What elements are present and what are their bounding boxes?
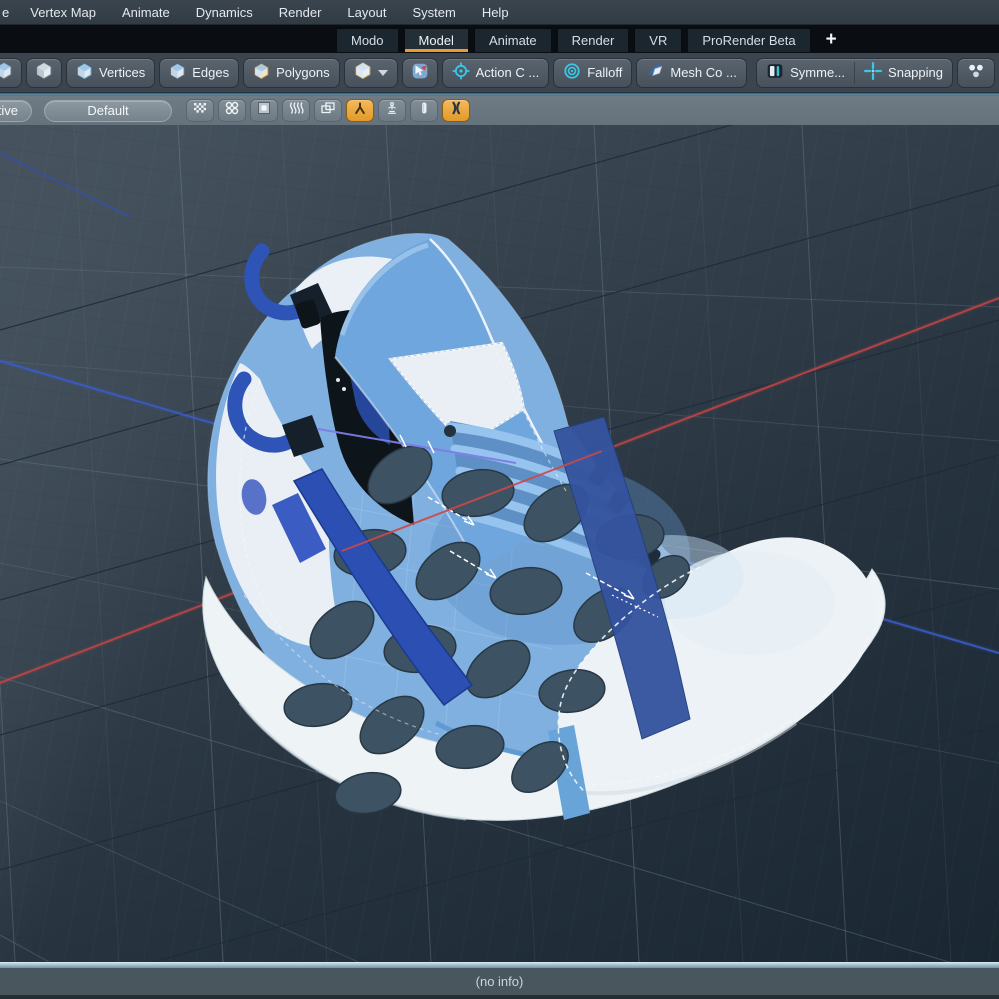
cube-icon xyxy=(0,62,13,83)
shading-mode-dropdown[interactable]: tive xyxy=(0,100,32,122)
cube-icon xyxy=(169,63,186,83)
edges-mode-button[interactable]: Edges xyxy=(159,58,239,88)
menu-item-clipped[interactable]: e xyxy=(0,5,17,20)
edges-label: Edges xyxy=(192,65,229,80)
selection-mode-toolbar: Vertices Edges Polygons xyxy=(0,53,999,92)
vertices-label: Vertices xyxy=(99,65,145,80)
item-cluster-button[interactable] xyxy=(957,58,995,88)
tab-model[interactable]: Model xyxy=(404,28,469,52)
four-circles-icon xyxy=(224,101,240,120)
menu-item-animate[interactable]: Animate xyxy=(109,5,183,20)
menu-item-vertex-map[interactable]: Vertex Map xyxy=(17,5,109,20)
statue-icon xyxy=(384,101,400,120)
fur-waves-icon xyxy=(288,101,304,120)
capsule-toggle-button[interactable] xyxy=(410,99,438,122)
select-mode-button-2[interactable] xyxy=(26,58,62,88)
auto-select-button[interactable] xyxy=(402,58,438,88)
action-center-icon xyxy=(452,62,470,83)
cube-icon xyxy=(253,63,270,83)
snapping-label: Snapping xyxy=(888,65,943,80)
polygons-label: Polygons xyxy=(276,65,329,80)
falloff-button[interactable]: Falloff xyxy=(553,58,632,88)
tab-vr[interactable]: VR xyxy=(634,28,682,52)
tab-render[interactable]: Render xyxy=(557,28,630,52)
menu-bar: e Vertex Map Animate Dynamics Render Lay… xyxy=(0,0,999,25)
symmetry-button[interactable]: Symme... xyxy=(757,59,854,87)
menu-item-dynamics[interactable]: Dynamics xyxy=(183,5,266,20)
toe-highlight xyxy=(665,551,835,655)
falloff-label: Falloff xyxy=(587,65,622,80)
person-icon xyxy=(352,101,368,120)
snapping-icon xyxy=(864,62,882,83)
uv-brackets-icon xyxy=(448,101,464,120)
snapping-button[interactable]: Snapping xyxy=(855,59,952,87)
cube-item-icon xyxy=(354,62,372,83)
layout-tab-bar: Modo Model Animate Render VR ProRender B… xyxy=(0,25,999,53)
tab-animate[interactable]: Animate xyxy=(474,28,552,52)
dither-pattern-icon xyxy=(192,101,208,120)
add-layout-tab-button[interactable]: + xyxy=(816,28,847,52)
mesh-constraint-button[interactable]: Mesh Co ... xyxy=(636,58,746,88)
menu-item-render[interactable]: Render xyxy=(266,5,335,20)
tongue-dot xyxy=(336,378,340,382)
uv-overlap-toggle-button[interactable] xyxy=(314,99,342,122)
items-mode-button[interactable] xyxy=(344,58,398,88)
status-text: (no info) xyxy=(476,974,524,989)
auto-select-icon xyxy=(411,62,429,83)
tab-modo[interactable]: Modo xyxy=(336,28,399,52)
action-center-label: Action C ... xyxy=(476,65,540,80)
vertices-mode-button[interactable]: Vertices xyxy=(66,58,155,88)
statue-toggle-button[interactable] xyxy=(378,99,406,122)
select-mode-button-clipped[interactable] xyxy=(0,58,22,88)
cube-gray-icon xyxy=(35,62,53,83)
shaded-view-toggle-button[interactable] xyxy=(250,99,278,122)
modo-application-window: e Vertex Map Animate Dynamics Render Lay… xyxy=(0,0,999,999)
viewport-scene xyxy=(0,125,999,962)
status-bar: (no info) xyxy=(0,968,999,995)
capsule-icon xyxy=(416,101,432,120)
action-center-button[interactable]: Action C ... xyxy=(442,58,550,88)
view-preset-dropdown[interactable]: Default xyxy=(44,100,172,122)
item-cluster-icon xyxy=(966,62,986,83)
viewport-3d[interactable] xyxy=(0,125,999,962)
mesh-constraint-label: Mesh Co ... xyxy=(670,65,736,80)
menu-item-system[interactable]: System xyxy=(399,5,468,20)
mesh-constraint-icon xyxy=(646,62,664,83)
fur-toggle-button[interactable] xyxy=(282,99,310,122)
polygons-mode-button[interactable]: Polygons xyxy=(243,58,339,88)
uv-brackets-toggle-button[interactable] xyxy=(442,99,470,122)
wireframe-circles-toggle-button[interactable] xyxy=(218,99,246,122)
menu-item-help[interactable]: Help xyxy=(469,5,522,20)
symmetry-label: Symme... xyxy=(790,65,845,80)
sneaker-model[interactable] xyxy=(203,234,885,821)
falloff-icon xyxy=(563,62,581,83)
viewport-toolbar: tive Default xyxy=(0,96,999,125)
tab-prorender-beta[interactable]: ProRender Beta xyxy=(687,28,810,52)
tongue-dot xyxy=(342,387,346,391)
chevron-down-icon xyxy=(378,70,388,76)
symmetry-icon xyxy=(766,62,784,83)
cube-icon xyxy=(76,63,93,83)
symmetry-snapping-group: Symme... Snapping xyxy=(756,58,953,88)
overlap-rects-icon xyxy=(320,101,336,120)
shaded-square-icon xyxy=(256,101,272,120)
menu-item-layout[interactable]: Layout xyxy=(334,5,399,20)
z-axis-segment xyxy=(0,153,130,217)
dither-toggle-button[interactable] xyxy=(186,99,214,122)
person-scale-toggle-button[interactable] xyxy=(346,99,374,122)
bottom-strip xyxy=(0,995,999,999)
